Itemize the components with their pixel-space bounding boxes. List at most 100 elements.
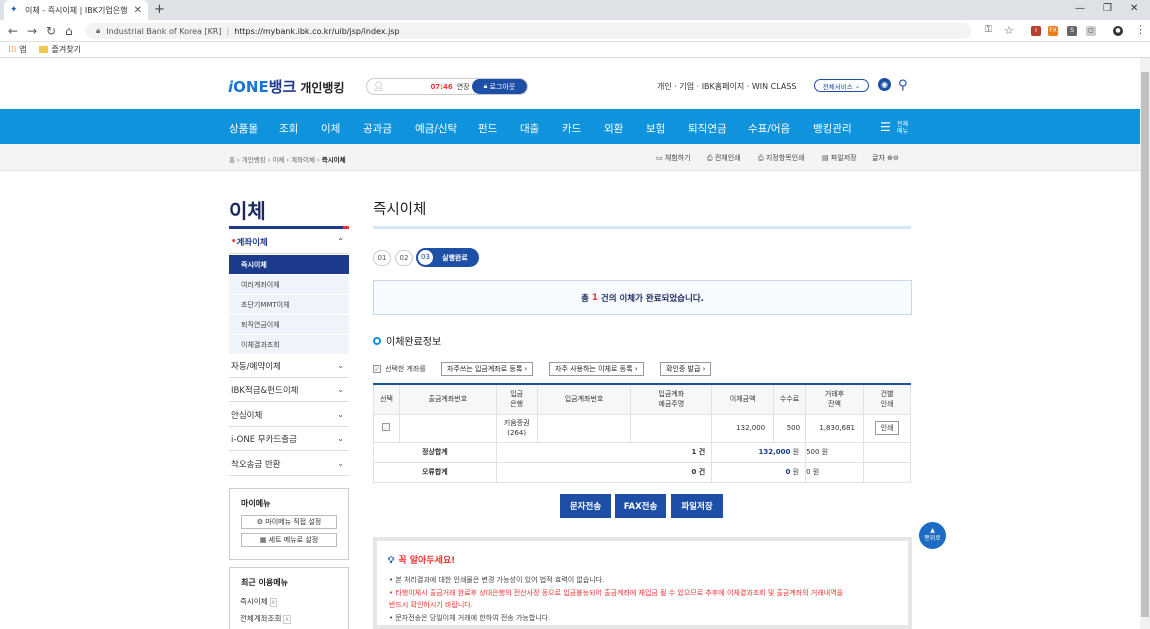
recent-item[interactable]: 전체계좌조회 x [240,613,291,624]
back-icon[interactable]: ← [8,24,18,38]
lnb-group-safe[interactable]: 안심이체 ⌄ [229,403,349,427]
gnb-item-deposit[interactable]: 예금/신탁 [415,121,457,136]
hamburger-menu-icon[interactable]: ☰ [880,120,891,134]
extension-icon-4[interactable]: ▢ [1086,26,1096,36]
lnb-group-auto[interactable]: 자동/예약이체 ⌄ [229,354,349,378]
top-links[interactable]: 개인 · 기업 · IBK홈페이지 · WIN CLASS [657,81,797,92]
reload-icon[interactable]: ↻ [46,24,56,38]
browser-menu-icon[interactable]: ⋮ [1135,23,1146,36]
gnb-item-card[interactable]: 카드 [562,121,581,136]
lnb-sub-multi-transfer[interactable]: 여러계좌이체 [229,275,349,295]
close-window-icon[interactable]: ✕ [1130,3,1138,14]
register-in-account-button[interactable]: 자주쓰는 입금계좌로 등록 › [441,362,534,376]
sum-error-amount-value: 0 [785,468,791,476]
col-out-account: 출금계좌번호 [398,383,497,415]
print-selected-button[interactable]: ⎙ 지정항목인쇄 [758,153,804,163]
ione-bank-logo[interactable]: iONE뱅크 개인뱅킹 [228,76,345,97]
url-input[interactable]: 🔒︎ Industrial Bank of Korea [KR] | https… [86,23,971,39]
section-title-text: 이체완료정보 [386,337,442,348]
lnb-group-account-transfer[interactable]: • 계좌이체 ⌃ [229,230,349,254]
profile-avatar-icon[interactable]: ● [1113,26,1123,36]
extension-icon-1[interactable]: I [1031,26,1041,36]
logout-button[interactable]: 🔒︎ 로그아웃 [472,79,527,94]
print-all-button[interactable]: ⎙ 전체인쇄 [707,153,741,163]
sum-normal-label: 정상합계 [373,441,497,463]
save-file-result-button[interactable]: 파일저장 [671,494,723,518]
col-amount: 이체금액 [711,383,775,415]
try-button[interactable]: ▭ 체험하기 [656,153,691,163]
scrollbar-thumb[interactable] [1141,72,1149,617]
register-transfer-button[interactable]: 자주 사용하는 이체로 등록 › [549,362,644,376]
my-menu-box: 마이메뉴 ⚙ 마이메뉴 직접 설정 ▦ 세트 메뉴로 설정 [229,488,349,560]
printer-icon: ⎙ [758,154,764,162]
minimize-icon[interactable]: — [1075,3,1085,14]
save-file-button[interactable]: ▤ 파일저장 [822,153,857,163]
sum-error-fee: 0 원 [805,461,865,483]
font-decrease-icon[interactable]: ⊖ [893,154,899,162]
my-menu-direct-label: 마이메뉴 직접 설정 [265,518,322,526]
all-services-select[interactable]: 전체서비스 ⌄ [814,79,869,92]
section-bullet-icon [373,336,381,345]
my-menu-direct-button[interactable]: ⚙ 마이메뉴 직접 설정 [241,515,337,529]
bookmarks-bar: ⁞⁞⁞ 앱 즐겨찾기 [0,42,1150,58]
gnb-item-mall[interactable]: 상품몰 [229,121,258,136]
my-menu-set-button[interactable]: ▦ 세트 메뉴로 설정 [241,533,337,547]
key-icon[interactable]: ⚿ [985,25,992,35]
row-print-button[interactable]: 인쇄 [874,421,900,435]
close-tab-icon[interactable]: ✕ [134,5,142,16]
remove-icon[interactable]: x [269,598,278,607]
row-checkbox[interactable] [382,423,391,431]
send-sms-button[interactable]: 문자전송 [560,494,611,518]
gnb-item-banking-mgmt[interactable]: 뱅킹관리 [813,121,852,136]
star-icon[interactable]: ☆ [1004,24,1014,37]
extend-session-link[interactable]: 연장 [457,82,470,92]
recent-item[interactable]: 즉시이체 x [240,596,278,607]
gnb-item-insurance[interactable]: 보험 [646,121,665,136]
issue-certificate-button[interactable]: 확인증 발급 › [660,362,712,376]
globe-icon[interactable]: ◉ [878,78,891,91]
folder-icon [38,46,48,53]
lnb-title: 이체 [229,199,266,223]
browser-tab[interactable]: ✦ 이체 - 즉시이체 | IBK기업은행 · ✕ [4,0,148,20]
gnb-item-transfer[interactable]: 이체 [321,121,340,136]
lnb-group-mistake-return[interactable]: 착오송금 반환 ⌄ [229,452,349,476]
my-menu-title: 마이메뉴 [241,499,271,508]
step-01: 01 [373,250,391,266]
forward-icon[interactable]: → [27,24,37,38]
gnb-item-fund[interactable]: 펀드 [478,121,497,136]
all-menu-label[interactable]: 전체 메뉴 [897,121,908,135]
new-tab-icon[interactable]: + [154,2,165,17]
remove-icon[interactable]: x [283,615,291,624]
step-03-label: 실행완료 [442,253,468,262]
extension-icon-3[interactable]: S [1067,26,1077,36]
gnb-item-fx[interactable]: 외환 [604,121,623,136]
sum-normal-empty [863,441,911,463]
location-bar [0,144,1140,171]
send-fax-button[interactable]: FAX전송 [615,494,666,518]
restore-icon[interactable]: ❐ [1103,3,1112,14]
issue-certificate-label: 확인증 발급 [666,365,701,373]
lnb-group-savings-fund[interactable]: IBK적금&펀드이체 ⌄ [229,378,349,402]
lnb-group-cardless[interactable]: i-ONE 무카드출금 ⌄ [229,427,349,451]
sum-normal-fee-value: 500 원 [806,448,829,456]
extension-icon-2[interactable]: FX [1048,26,1058,36]
gnb-item-pension[interactable]: 퇴직연금 [688,121,727,136]
gnb-item-bills[interactable]: 공과금 [363,121,392,136]
row-out-account [398,413,497,443]
gnb-item-inquiry[interactable]: 조회 [279,121,298,136]
gnb-item-loan[interactable]: 대출 [520,121,539,136]
font-size-label: 글자 [872,154,885,162]
gnb-item-check[interactable]: 수표/어음 [748,121,790,136]
table-header-row: 선택 출금계좌번호 입금 은행 입금계좌번호 입금계좌 예금주명 이체금액 수수… [373,383,911,415]
search-icon[interactable]: ⚲ [898,78,908,93]
lnb-sub-instant-transfer[interactable]: 즉시이체 [229,255,349,275]
bookmark-favorites[interactable]: 즐겨찾기 [38,44,81,55]
scroll-to-top-button[interactable]: ▲ 맨위로 [919,522,946,549]
lnb-sub-transfer-result[interactable]: 이체결과조회 [229,335,349,355]
lnb-sub-pension-transfer[interactable]: 퇴직연금이체 [229,315,349,335]
my-menu-set-label: 세트 메뉴로 설정 [268,536,319,544]
bookmark-apps[interactable]: ⁞⁞⁞ 앱 [8,44,27,55]
lnb-sub-mmt-transfer[interactable]: 초단기MMT이체 [229,295,349,315]
home-icon[interactable]: ⌂ [65,24,73,38]
sum-normal-count-value: 1 건 [691,448,706,456]
